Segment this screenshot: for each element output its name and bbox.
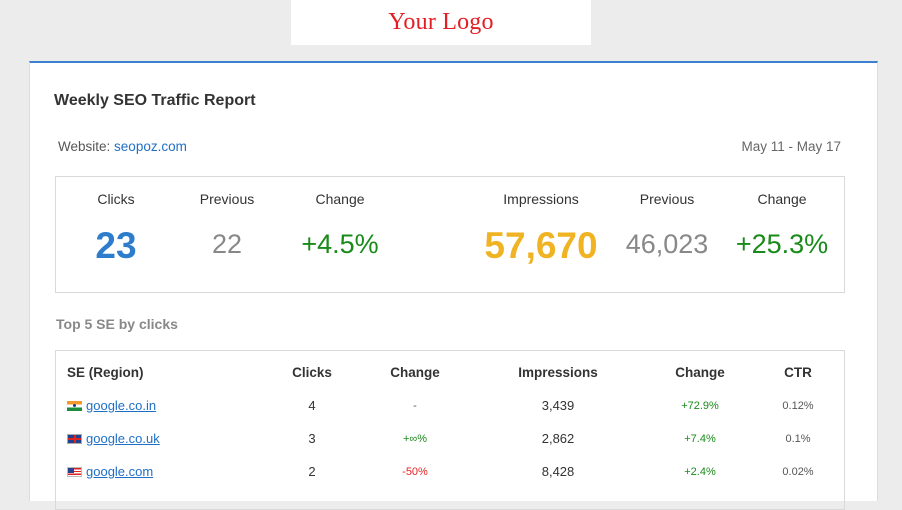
report-title: Weekly SEO Traffic Report (54, 92, 256, 109)
impressions-cell: 8,428 (541, 464, 575, 479)
logo-container: Your Logo (291, 0, 591, 45)
header-impressions: Impressions (518, 365, 598, 380)
ctr-cell: 0.02% (782, 466, 814, 478)
impressions-change-cell: +7.4% (684, 433, 716, 445)
impressions-value: 57,670 (484, 225, 598, 266)
table-row: google.com 2 -50% 8,428 +2.4% 0.02% (56, 460, 844, 486)
clicks-cell: 2 (308, 464, 316, 479)
impressions-change-value: +25.3% (735, 229, 829, 259)
logo: Your Logo (388, 9, 494, 35)
uk-flag-icon (67, 433, 82, 444)
clicks-cell: 3 (308, 431, 316, 446)
impressions-cell: 3,439 (541, 398, 575, 413)
clicks-label: Clicks (97, 191, 135, 207)
impressions-previous-value: 46,023 (625, 229, 709, 259)
clicks-previous-label: Previous (199, 191, 255, 207)
ctr-cell: 0.12% (782, 400, 814, 412)
clicks-previous-value: 22 (211, 229, 243, 259)
top5-table: SE (Region) Clicks Change Impressions Ch… (55, 350, 845, 510)
impressions-previous-label: Previous (639, 191, 695, 207)
header-ctr: CTR (784, 365, 812, 380)
change-cell: +∞% (402, 433, 428, 445)
impressions-change-cell: +2.4% (684, 466, 716, 478)
header-impressions-change: Change (675, 365, 725, 380)
clicks-change-label: Change (315, 191, 365, 207)
change-cell: -50% (402, 466, 428, 478)
impressions-change-label: Change (757, 191, 807, 207)
impressions-change-cell: +72.9% (681, 400, 719, 412)
se-link[interactable]: google.com (86, 464, 153, 479)
header-change: Change (390, 365, 440, 380)
website-label: Website: (58, 139, 111, 154)
header-se: SE (Region) (67, 365, 144, 380)
se-cell: google.com (67, 464, 153, 479)
summary-box: Clicks Previous Change Impressions Previ… (55, 176, 845, 293)
website-row: Website: seopoz.com (58, 139, 187, 154)
top5-title: Top 5 SE by clicks (56, 316, 178, 332)
impressions-label: Impressions (503, 191, 579, 207)
ctr-cell: 0.1% (785, 433, 811, 445)
website-link[interactable]: seopoz.com (114, 139, 187, 154)
se-cell: google.co.in (67, 398, 156, 413)
impressions-cell: 2,862 (541, 431, 575, 446)
clicks-value: 23 (95, 225, 137, 266)
date-range: May 11 - May 17 (741, 139, 841, 154)
clicks-change-value: +4.5% (301, 229, 379, 259)
header-clicks: Clicks (292, 365, 332, 380)
table-row: google.co.in 4 - 3,439 +72.9% 0.12% (56, 394, 844, 420)
se-link[interactable]: google.co.uk (86, 431, 160, 446)
table-row: google.co.uk 3 +∞% 2,862 +7.4% 0.1% (56, 427, 844, 453)
se-cell: google.co.uk (67, 431, 160, 446)
se-link[interactable]: google.co.in (86, 398, 156, 413)
us-flag-icon (67, 466, 82, 477)
report-card: Weekly SEO Traffic Report Website: seopo… (29, 61, 878, 510)
change-cell: - (413, 400, 417, 412)
clicks-cell: 4 (308, 398, 316, 413)
india-flag-icon (67, 400, 82, 411)
